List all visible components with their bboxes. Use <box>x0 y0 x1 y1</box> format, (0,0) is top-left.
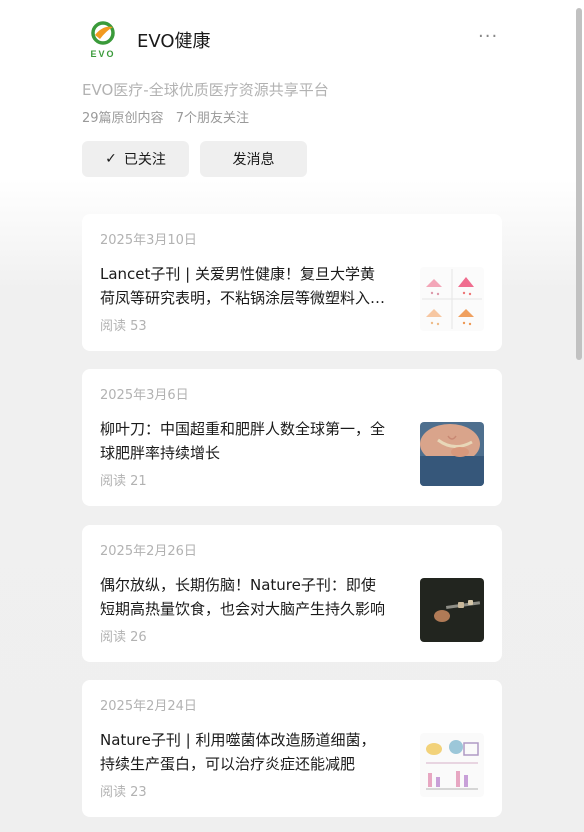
followed-button[interactable]: ✓ 已关注 <box>82 141 189 177</box>
send-message-button[interactable]: 发消息 <box>200 141 307 177</box>
friends-following: 7个朋友关注 <box>175 111 249 126</box>
article-date: 2025年3月6日 <box>100 388 189 403</box>
article-date: 2025年2月26日 <box>100 544 197 559</box>
article-title[interactable]: 柳叶刀：中国超重和肥胖人数全球第一，全球肥胖率持续增长 <box>100 417 388 465</box>
food-fork-thumbnail[interactable] <box>420 578 484 642</box>
account-stats: 29篇原创内容 7个朋友关注 <box>82 107 257 126</box>
article-title[interactable]: 偶尔放纵，长期伤脑！Nature子刊：即使短期高热量饮食，也会对大脑产生持久影响 <box>100 573 388 621</box>
article-title[interactable]: Lancet子刊 | 关爱男性健康！复旦大学黄荷凤等研究表明，不粘锅涂层等微塑料… <box>100 262 388 310</box>
diagram-figure-thumbnail[interactable] <box>420 733 484 797</box>
followed-label: 已关注 <box>123 152 166 168</box>
article-read-count: 阅读 53 <box>100 319 147 334</box>
article-read-count: 阅读 26 <box>100 630 147 645</box>
send-message-label: 发消息 <box>232 152 275 168</box>
article-card[interactable]: 2025年3月6日 柳叶刀：中国超重和肥胖人数全球第一，全球肥胖率持续增长 阅读… <box>82 369 502 506</box>
article-card[interactable]: 2025年2月24日 Nature子刊 | 利用噬菌体改造肠道细菌，持续生产蛋白… <box>82 680 502 817</box>
account-header: EVO EVO健康 ··· <box>82 18 502 62</box>
article-card[interactable]: 2025年3月10日 Lancet子刊 | 关爱男性健康！复旦大学黄荷凤等研究表… <box>82 214 502 351</box>
account-name[interactable]: EVO健康 <box>137 27 211 53</box>
article-card[interactable]: 2025年2月26日 偶尔放纵，长期伤脑！Nature子刊：即使短期高热量饮食，… <box>82 525 502 662</box>
article-date: 2025年3月10日 <box>100 233 197 248</box>
scrollbar[interactable] <box>576 8 582 360</box>
article-read-count: 阅读 21 <box>100 474 147 489</box>
waist-measuring-thumbnail[interactable] <box>420 422 484 486</box>
logo-text: EVO <box>90 49 115 59</box>
original-count: 29篇原创内容 <box>82 111 164 126</box>
article-read-count: 阅读 23 <box>100 785 147 800</box>
research-figure-thumbnail[interactable] <box>420 267 484 331</box>
article-title[interactable]: Nature子刊 | 利用噬菌体改造肠道细菌，持续生产蛋白，可以治疗炎症还能减肥 <box>100 728 388 776</box>
evo-logo-icon: EVO <box>86 19 120 59</box>
article-date: 2025年2月24日 <box>100 699 197 714</box>
more-options-icon[interactable]: ··· <box>478 26 498 47</box>
account-description: EVO医疗-全球优质医疗资源共享平台 <box>82 81 329 99</box>
checkmark-icon: ✓ <box>105 151 117 167</box>
